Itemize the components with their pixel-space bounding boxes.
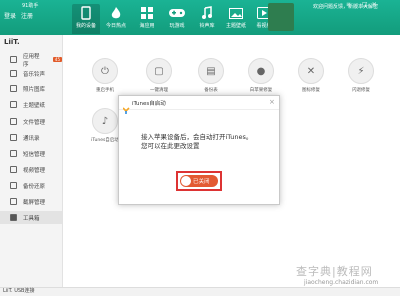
count-badge: 45 [52, 57, 62, 62]
backup-icon: ▤ [198, 58, 224, 84]
apple-icon: ● [248, 58, 274, 84]
maximize-icon[interactable]: □ [362, 1, 372, 8]
grid-icon [133, 4, 161, 22]
tool-clean[interactable]: ▢ 一键清理 [144, 58, 174, 93]
toolbox-icon [10, 214, 17, 221]
sidebar-item-apps[interactable]: 应用程序 45 [0, 53, 62, 68]
nav-hot-today[interactable]: 今日热点 [102, 4, 130, 34]
nav-label: 海应用 [139, 23, 155, 29]
ad-banner-image[interactable] [268, 3, 294, 31]
shield-icon: ⚡ [348, 58, 374, 84]
watermark-title: 查字典|教程网 [296, 265, 373, 278]
sidebar-item-themes[interactable]: 主题壁纸 [0, 98, 62, 111]
phone-icon [72, 4, 100, 22]
tool-label: iTunes自启动 [91, 138, 119, 143]
sidebar-item-label: 通讯录 [23, 135, 40, 142]
sidebar-item-label: 主题壁纸 [23, 102, 46, 109]
sidebar-item-video[interactable]: 视频管理 [0, 163, 62, 176]
app-logo-icon [122, 99, 130, 114]
tool-itunes-autostart[interactable]: ♪ iTunes自启动 [90, 108, 120, 143]
video-icon [10, 166, 17, 173]
close-icon[interactable]: × [372, 1, 381, 8]
message-icon [10, 150, 17, 157]
tool-restart[interactable]: ⏻ 重启手机 [90, 58, 120, 93]
nav-label: 玩游戏 [169, 23, 185, 29]
status-text: LiiT. USB连接 [3, 288, 35, 294]
image-icon [222, 4, 250, 22]
minimize-icon[interactable]: – [355, 1, 362, 8]
backup-icon [10, 182, 17, 189]
nav-label: 今日热点 [105, 23, 126, 29]
contacts-icon [10, 134, 17, 141]
tool-label: 备份表 [204, 88, 218, 93]
music-icon: ♪ [92, 108, 118, 134]
sidebar-item-contacts[interactable]: 通讯录 [0, 131, 62, 144]
message-line: 您可以在此更改设置 [141, 142, 200, 150]
sidebar-item-label: 工具箱 [23, 215, 40, 222]
nav-games[interactable]: 玩游戏 [163, 4, 191, 34]
nav-wallpapers[interactable]: 主题壁纸 [222, 4, 250, 34]
nav-label: 铃声库 [199, 23, 215, 29]
music-icon [193, 4, 221, 22]
app-icon [10, 56, 17, 63]
sidebar-item-label: 照片图库 [23, 86, 46, 93]
tool-label: 重启手机 [96, 88, 114, 93]
screenshot-icon [10, 198, 17, 205]
sidebar-item-photos[interactable]: 照片图库 [0, 82, 62, 95]
sidebar-item-label: 短信管理 [23, 151, 46, 158]
sidebar-item-toolbox[interactable]: 工具箱 [0, 211, 62, 224]
gamepad-icon [163, 4, 191, 22]
watermark-url: jiaocheng.chazidian.com [304, 279, 379, 286]
message-line: 接入苹果设备后，会自动打开iTunes。 [141, 133, 253, 141]
sidebar-item-label: 音乐铃声 [23, 71, 46, 78]
sidebar-item-label: 文件管理 [23, 119, 46, 126]
sidebar-item-label: 截屏管理 [23, 199, 46, 206]
nav-label: 我的设备 [75, 23, 96, 29]
account-links: 登录 注册 [4, 11, 36, 20]
nav-label: 主题壁纸 [225, 23, 246, 29]
fire-icon [102, 4, 130, 22]
window-controls: ≡–□× [346, 1, 381, 8]
sidebar-item-label: 备份还原 [23, 183, 46, 190]
sidebar-item-screenshots[interactable]: 截屏管理 [0, 195, 62, 208]
sidebar-item-label: 应用程序 [22, 53, 40, 68]
tool-white-apple-fix[interactable]: ● 白苹果修复 [246, 58, 276, 93]
login-link[interactable]: 登录 [4, 11, 16, 20]
music-icon [10, 70, 17, 77]
device-name: LiiT. [4, 38, 20, 46]
theme-icon [10, 101, 17, 108]
close-icon[interactable]: × [269, 98, 275, 106]
device-label: LiiT. [4, 38, 20, 46]
clean-icon: ▢ [146, 58, 172, 84]
sidebar-item-sms[interactable]: 短信管理 [0, 147, 62, 160]
tool-icon-fix[interactable]: ✕ 图标修复 [296, 58, 326, 93]
toggle-knob[interactable] [181, 176, 191, 186]
dialog-title: iTunes自启动 [132, 101, 166, 107]
photo-icon [10, 85, 17, 92]
power-icon: ⏻ [92, 58, 118, 84]
tool-label: 一键清理 [150, 88, 168, 93]
tool-label: 闪退修复 [352, 88, 370, 93]
sidebar-item-backup[interactable]: 备份还原 [0, 179, 62, 192]
tool-crash-fix[interactable]: ⚡ 闪退修复 [346, 58, 376, 93]
register-link[interactable]: 注册 [21, 11, 33, 20]
wrench-icon: ✕ [298, 58, 324, 84]
toggle-label: 已关闭 [193, 179, 210, 185]
dialog-message: 接入苹果设备后，会自动打开iTunes。 您可以在此更改设置 [141, 133, 271, 151]
sidebar-item-label: 视频管理 [23, 167, 46, 174]
itunes-autostart-dialog: iTunes自启动 × 接入苹果设备后，会自动打开iTunes。 您可以在此更改… [118, 95, 280, 205]
sidebar-item-music[interactable]: 音乐铃声 [0, 67, 62, 80]
nav-ringtones[interactable]: 铃声库 [193, 4, 221, 34]
menu-icon[interactable]: ≡ [346, 1, 355, 8]
nav-apps[interactable]: 海应用 [133, 4, 161, 34]
app-logo: 91助手 [22, 3, 39, 9]
tool-label: 图标修复 [302, 88, 320, 93]
tool-label: 白苹果修复 [249, 88, 273, 93]
sidebar-item-files[interactable]: 文件管理 [0, 115, 62, 128]
tool-backup[interactable]: ▤ 备份表 [196, 58, 226, 93]
folder-icon [10, 118, 17, 125]
nav-my-device[interactable]: 我的设备 [72, 4, 100, 34]
